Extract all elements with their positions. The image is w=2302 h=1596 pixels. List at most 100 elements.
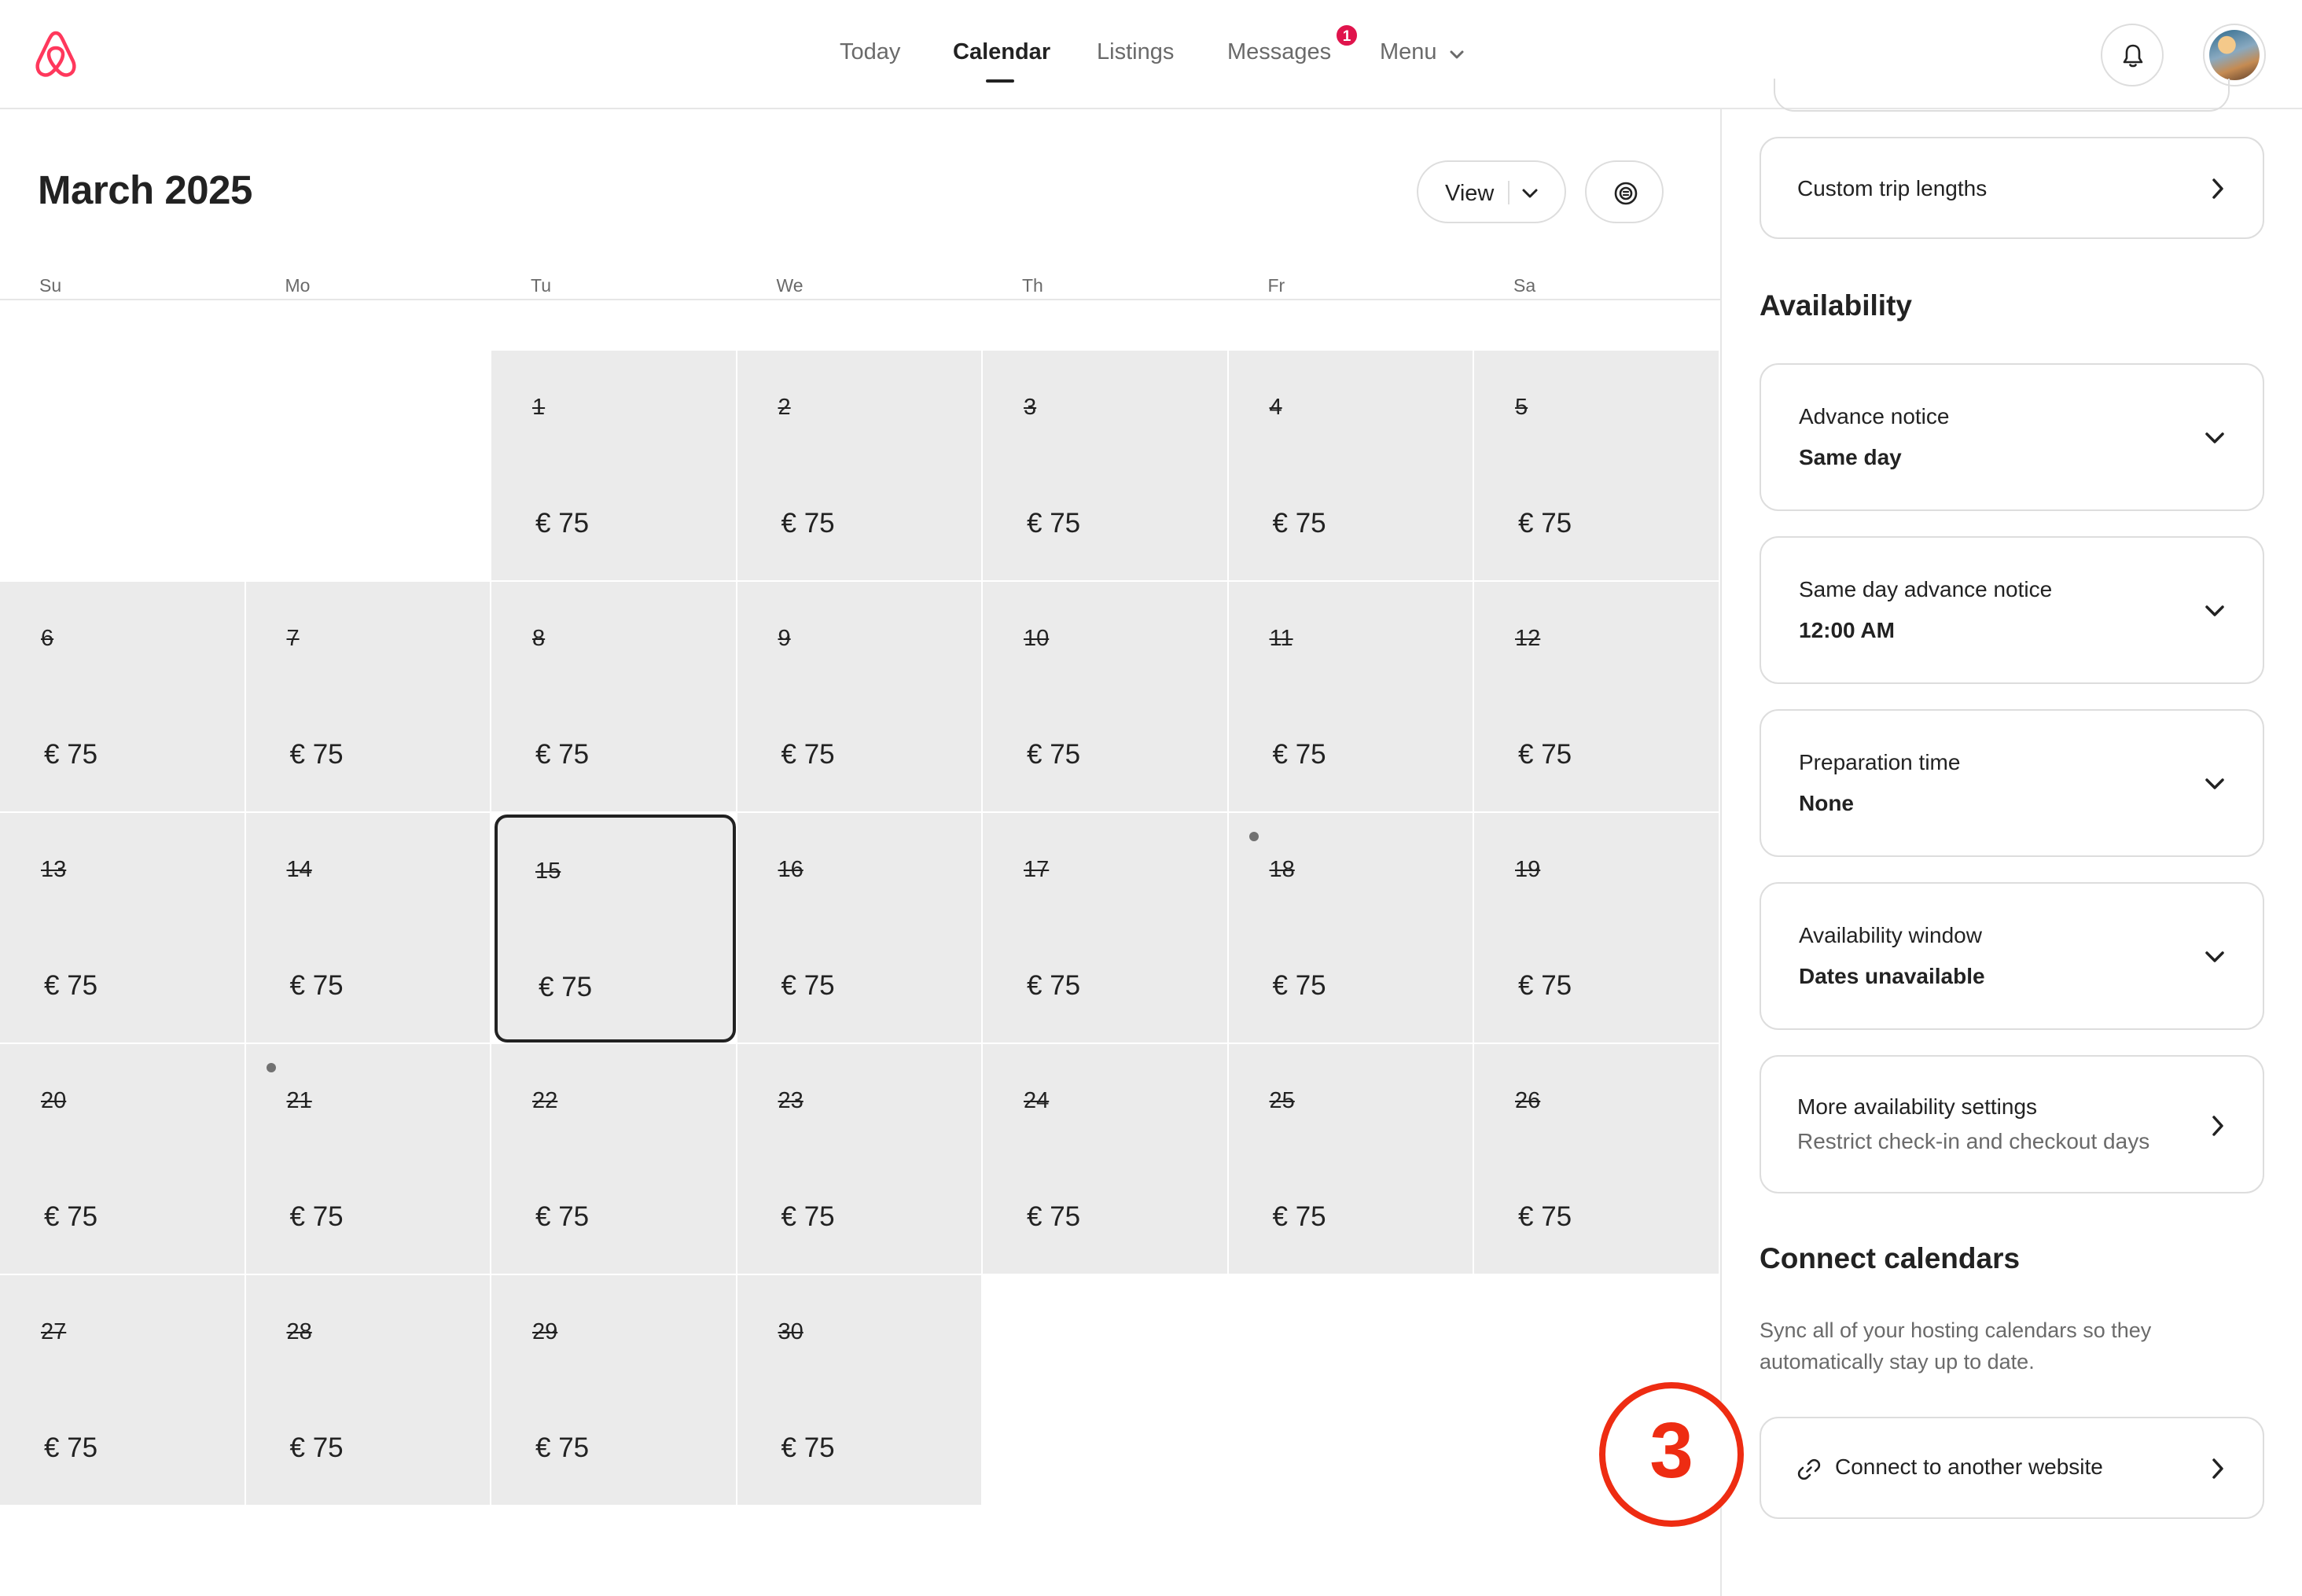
- connect-calendars-description: Sync all of your hosting calendars so th…: [1760, 1318, 2152, 1374]
- note-indicator-dot: [1248, 832, 1259, 841]
- calendar-day-cell[interactable]: 6 € 75: [0, 582, 246, 813]
- link-icon: [1797, 1458, 1821, 1480]
- nightly-price: € 75: [1518, 508, 1572, 539]
- card-value: 12:00 AM: [1799, 618, 1895, 642]
- day-number: 6: [41, 626, 54, 651]
- note-indicator-dot: [266, 1063, 276, 1072]
- card-title: Custom trip lengths: [1797, 176, 1988, 200]
- calendar-day-cell[interactable]: 27 € 75: [0, 1275, 246, 1506]
- calendar-day-cell[interactable]: 13 € 75: [0, 813, 246, 1044]
- calendar-day-cell[interactable]: 11 € 75: [1228, 582, 1474, 813]
- card-title: Preparation time: [1799, 750, 1961, 774]
- availability-setting-dropdown[interactable]: Same day advance notice 12:00 AM: [1760, 536, 2264, 684]
- calendar-day-cell[interactable]: 14 € 75: [245, 813, 491, 1044]
- calendar-day-cell[interactable]: 18 € 75: [1228, 813, 1474, 1044]
- availability-setting-dropdown[interactable]: Availability window Dates unavailable: [1760, 882, 2264, 1030]
- nav-today[interactable]: Today: [840, 39, 900, 65]
- nav-calendar[interactable]: Calendar: [953, 39, 1050, 65]
- nightly-price: € 75: [1027, 739, 1081, 770]
- calendar-day-cell[interactable]: 28 € 75: [245, 1275, 491, 1506]
- card-value: None: [1799, 791, 1854, 815]
- calendar-day-cell[interactable]: 16 € 75: [737, 813, 983, 1044]
- day-number: 4: [1269, 395, 1282, 420]
- chevron-down-icon: [2205, 432, 2224, 443]
- nav-menu[interactable]: Menu: [1380, 39, 1437, 65]
- calendar-day-cell[interactable]: 26 € 75: [1474, 1044, 1720, 1275]
- day-number: 27: [41, 1319, 67, 1344]
- chevron-down-icon[interactable]: [1448, 46, 1465, 63]
- calendar-day-cell[interactable]: 1 € 75: [491, 351, 737, 582]
- nav-messages[interactable]: Messages: [1227, 39, 1331, 65]
- day-number: 7: [286, 626, 300, 651]
- day-number: 20: [41, 1088, 67, 1113]
- calendar-day-cell[interactable]: 10 € 75: [983, 582, 1229, 813]
- day-number: 18: [1269, 857, 1295, 882]
- nightly-price: € 75: [1518, 739, 1572, 770]
- weekday-label: Sa: [1513, 275, 1536, 296]
- chevron-right-icon: [2212, 1458, 2223, 1479]
- more-availability-settings-card[interactable]: More availability settings Restrict chec…: [1760, 1055, 2264, 1193]
- day-number: 12: [1515, 626, 1541, 651]
- calendar-day-cell[interactable]: 22 € 75: [491, 1044, 737, 1275]
- day-number: 25: [1269, 1088, 1295, 1113]
- nightly-price: € 75: [1272, 1201, 1326, 1232]
- calendar-day-cell[interactable]: 21 € 75: [245, 1044, 491, 1275]
- notifications-button[interactable]: [2101, 24, 2164, 86]
- weekday-label: Fr: [1267, 275, 1285, 296]
- calendar-day-cell[interactable]: 7 € 75: [245, 582, 491, 813]
- nav-listings[interactable]: Listings: [1097, 39, 1174, 65]
- calendar-day-cell[interactable]: 24 € 75: [983, 1044, 1229, 1275]
- calendar-day-cell[interactable]: 8 € 75: [491, 582, 737, 813]
- calendar-day-cell[interactable]: 20 € 75: [0, 1044, 246, 1275]
- nightly-price: € 75: [535, 1432, 590, 1463]
- calendar-day-cell[interactable]: 25 € 75: [1228, 1044, 1474, 1275]
- calendar-day-cell[interactable]: 29 € 75: [491, 1275, 737, 1506]
- calendar-day-cell[interactable]: 4 € 75: [1228, 351, 1474, 582]
- step-number: 3: [1649, 1407, 1693, 1495]
- nightly-price: € 75: [1272, 739, 1326, 770]
- nightly-price: € 75: [781, 1201, 835, 1232]
- calendar-day-cell[interactable]: 9 € 75: [737, 582, 983, 813]
- day-number: 28: [286, 1319, 312, 1344]
- nightly-price: € 75: [1027, 1201, 1081, 1232]
- connect-website-card[interactable]: Connect to another website: [1760, 1417, 2264, 1519]
- calendar-day-cell[interactable]: 19 € 75: [1474, 813, 1720, 1044]
- nightly-price: € 75: [781, 508, 835, 539]
- day-number: 29: [532, 1319, 558, 1344]
- airbnb-logo-icon[interactable]: [31, 28, 80, 80]
- nightly-price: € 75: [1272, 508, 1326, 539]
- nightly-price: € 75: [289, 1201, 344, 1232]
- custom-trip-lengths-card[interactable]: Custom trip lengths: [1760, 137, 2264, 239]
- availability-setting-dropdown[interactable]: Preparation time None: [1760, 709, 2264, 857]
- day-number: 16: [778, 857, 803, 882]
- card-value: Same day: [1799, 445, 1902, 469]
- calendar-day-cell[interactable]: 3 € 75: [983, 351, 1229, 582]
- day-number: 3: [1024, 395, 1037, 420]
- day-number: 24: [1024, 1088, 1050, 1113]
- calendar-day-cell[interactable]: 12 € 75: [1474, 582, 1720, 813]
- card-title: Connect to another website: [1835, 1454, 2103, 1479]
- calendar-settings-button[interactable]: [1585, 160, 1664, 223]
- weekday-label: Su: [39, 275, 62, 296]
- calendar-day-cell[interactable]: 23 € 75: [737, 1044, 983, 1275]
- view-dropdown-button[interactable]: View: [1417, 160, 1566, 223]
- nightly-price: € 75: [535, 739, 590, 770]
- card-subtitle: Restrict check-in and checkout days: [1797, 1129, 2150, 1153]
- calendar-day-cell[interactable]: 15 € 75: [495, 815, 736, 1043]
- calendar-day-cell[interactable]: 17 € 75: [983, 813, 1229, 1044]
- day-number: 11: [1269, 626, 1293, 651]
- connect-calendars-heading: Connect calendars: [1760, 1242, 2021, 1274]
- calendar-day-cell[interactable]: 5 € 75: [1474, 351, 1720, 582]
- nightly-price: € 75: [44, 1201, 98, 1232]
- nightly-price: € 75: [539, 972, 593, 1002]
- calendar-day-cell[interactable]: 30 € 75: [737, 1275, 983, 1506]
- card-title: Same day advance notice: [1799, 577, 2053, 601]
- user-avatar[interactable]: [2203, 24, 2266, 86]
- availability-setting-dropdown[interactable]: Advance notice Same day: [1760, 363, 2264, 511]
- nightly-price: € 75: [781, 739, 835, 770]
- previous-card-edge: [1774, 79, 2230, 112]
- weekday-label: We: [776, 275, 803, 296]
- active-tab-indicator: [986, 79, 1014, 83]
- calendar-day-cell[interactable]: 2 € 75: [737, 351, 983, 582]
- sidebar-divider: [1720, 109, 1722, 1596]
